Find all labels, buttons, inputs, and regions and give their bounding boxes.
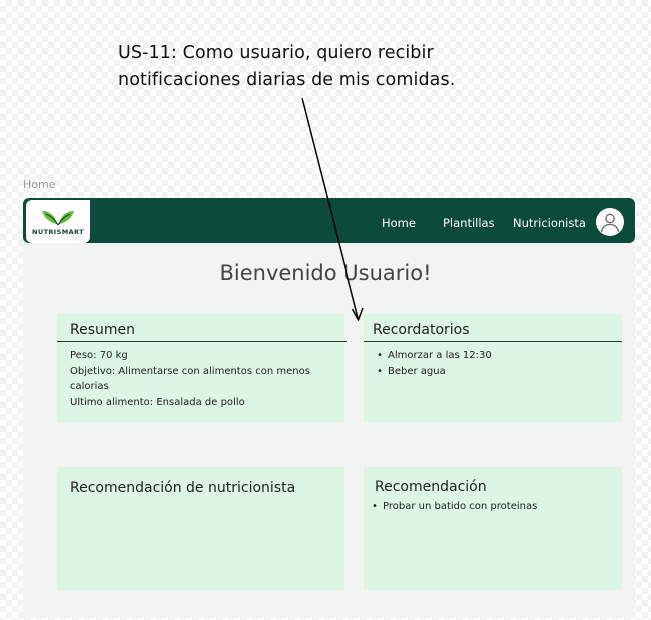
list-item: Probar un batido con proteinas	[372, 499, 612, 515]
logo-text: NUTRISMART	[32, 227, 84, 236]
recomendacion-list: Probar un batido con proteinas	[372, 499, 612, 515]
logo[interactable]: NUTRISMART	[26, 200, 90, 243]
nav-link-nutricionista[interactable]: Nutricionista	[513, 216, 586, 230]
user-story-annotation: US-11: Como usuario, quiero recibir noti…	[118, 43, 456, 90]
recordatorios-title: Recordatorios	[373, 322, 470, 338]
welcome-heading: Bienvenido Usuario!	[219, 261, 432, 285]
nav-link-home[interactable]: Home	[382, 216, 416, 230]
frame-label: Home	[23, 178, 56, 191]
nav-link-plantillas[interactable]: Plantillas	[443, 216, 495, 230]
resumen-objetivo: Objetivo: Alimentarse con alimentos con …	[70, 365, 310, 393]
resumen-body: Peso: 70 kg Objetivo: Alimentarse con al…	[70, 348, 332, 410]
recomendacion-nutricionista-title: Recomendación de nutricionista	[70, 480, 296, 496]
resumen-title: Resumen	[70, 322, 136, 338]
user-icon	[600, 213, 620, 233]
resumen-peso: Peso: 70 kg	[70, 350, 128, 361]
resumen-ultimo-alimento: Ultimo alimento: Ensalada de pollo	[70, 396, 245, 408]
recordatorios-list: Almorzar a las 12:30 Beber agua	[377, 348, 617, 380]
list-item: Beber agua	[377, 364, 617, 380]
resumen-divider	[57, 341, 347, 342]
list-item: Almorzar a las 12:30	[377, 348, 617, 364]
leaf-logo-icon	[42, 210, 74, 225]
recordatorios-divider	[364, 341, 622, 342]
recomendacion-title: Recomendación	[375, 479, 487, 495]
profile-avatar[interactable]	[596, 208, 624, 236]
